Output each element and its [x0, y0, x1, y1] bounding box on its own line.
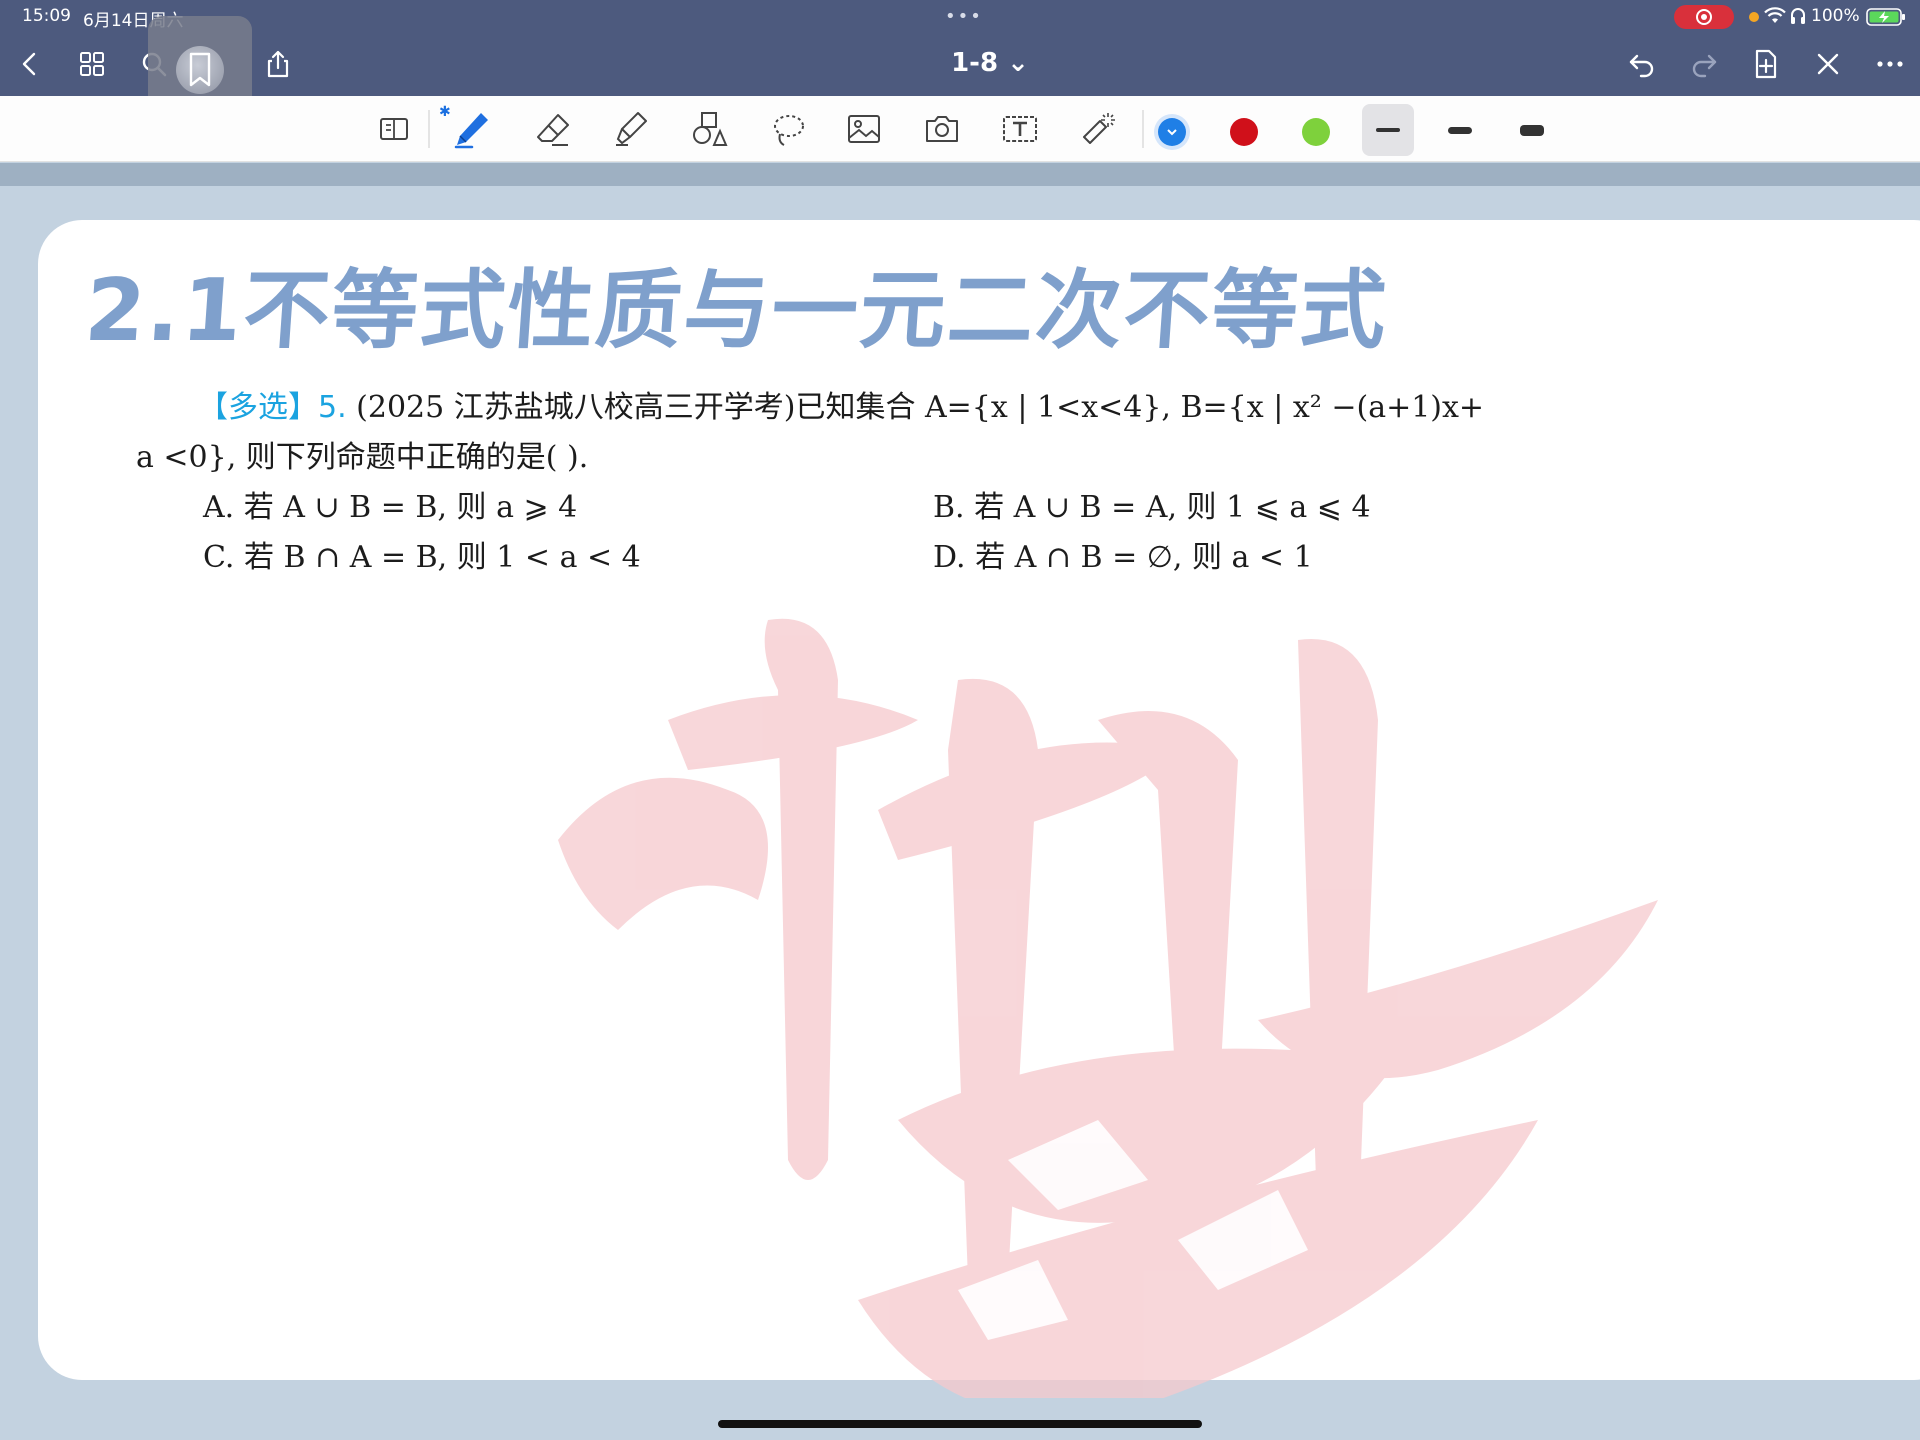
- bookmark-icon: [189, 52, 211, 87]
- toolbar-divider: [1142, 110, 1144, 148]
- lasso-icon: [774, 115, 804, 146]
- watermark-logo: [558, 618, 1658, 1417]
- option-c-label: C.: [203, 540, 235, 575]
- pen-slash-icon: [1817, 53, 1839, 75]
- laser-pointer-tool[interactable]: [1074, 106, 1122, 152]
- chevron-down-icon: [1167, 129, 1177, 136]
- camera-icon: [926, 116, 958, 142]
- color-swatch-red[interactable]: [1230, 118, 1258, 146]
- read-only-mode-tool[interactable]: [370, 106, 418, 152]
- bluetooth-pencil-icon: ✱: [439, 104, 451, 120]
- top-navigation-bar: 15:09 6月14日周六 ••• 100% 1-8 ⌄: [0, 0, 1920, 120]
- option-c-text: 若 B ∩ A = B, 则 1 < a < 4: [243, 540, 641, 575]
- question-line-1: 【多选】5. (2025 江苏盐城八校高三开学考)已知集合 A={x | 1<x…: [198, 382, 1484, 426]
- share-button[interactable]: [260, 46, 296, 82]
- option-d-text: 若 A ∩ B = ∅, 则 a < 1: [975, 540, 1313, 575]
- option-b[interactable]: B. 若 A ∪ B = A, 则 1 ⩽ a ⩽ 4: [933, 482, 1371, 526]
- stroke-medium-icon: [1448, 126, 1472, 134]
- highlighter-tool[interactable]: [608, 106, 656, 152]
- option-b-text: 若 A ∪ B = A, 则 1 ⩽ a ⩽ 4: [974, 490, 1371, 525]
- thumbnails-button[interactable]: [74, 46, 110, 82]
- close-pen-tools-button[interactable]: [1810, 46, 1846, 82]
- multitasking-dots[interactable]: •••: [945, 6, 983, 27]
- laser-pointer-icon: [1083, 113, 1115, 144]
- battery-percentage: 100%: [1811, 6, 1860, 26]
- record-icon: [1696, 9, 1712, 25]
- question-tag: 【多选】5.: [198, 390, 347, 425]
- screen-recording-indicator[interactable]: [1674, 5, 1734, 29]
- share-icon: [267, 50, 289, 78]
- stroke-width-medium[interactable]: [1434, 104, 1486, 156]
- option-b-label: B.: [933, 490, 965, 525]
- undo-button[interactable]: [1624, 46, 1660, 82]
- lasso-tool[interactable]: [764, 106, 812, 152]
- image-tool[interactable]: [840, 106, 888, 152]
- text-box-icon: [1003, 116, 1037, 142]
- add-page-button[interactable]: [1748, 46, 1784, 82]
- stroke-thick-icon: [1520, 124, 1544, 136]
- question-line-2: a <0}, 则下列命题中正确的是( ).: [136, 440, 589, 475]
- undo-icon: [1629, 54, 1654, 78]
- redo-button[interactable]: [1686, 46, 1722, 82]
- text-tool[interactable]: [996, 106, 1044, 152]
- color-swatch-green[interactable]: [1302, 118, 1330, 146]
- stroke-width-thick[interactable]: [1506, 104, 1558, 156]
- headphone-icon: [1791, 8, 1805, 24]
- more-options-button[interactable]: [1872, 46, 1908, 82]
- option-d[interactable]: D. 若 A ∩ B = ∅, 则 a < 1: [933, 532, 1313, 576]
- option-a-text: 若 A ∪ B = B, 则 a ⩾ 4: [243, 490, 578, 525]
- highlighter-icon: [616, 112, 647, 146]
- toolbar-divider: [428, 110, 430, 148]
- ellipsis-icon: [1877, 61, 1903, 67]
- option-d-label: D.: [933, 540, 966, 575]
- eraser-icon: [537, 114, 569, 146]
- option-a-label: A.: [203, 490, 235, 525]
- battery-charging-icon: [1866, 8, 1905, 26]
- pen-tool[interactable]: [448, 106, 496, 152]
- pen-icon: [454, 113, 488, 149]
- image-icon: [848, 115, 880, 143]
- redo-icon: [1692, 54, 1717, 78]
- add-page-icon: [1755, 49, 1777, 79]
- shapes-icon: [693, 112, 728, 146]
- status-time: 15:09: [22, 6, 71, 26]
- stroke-thin-icon: [1376, 128, 1400, 132]
- grid-icon: [80, 52, 104, 76]
- previous-page-edge: [0, 163, 1920, 186]
- stroke-width-thin-selected[interactable]: [1362, 104, 1414, 156]
- shapes-tool[interactable]: [686, 106, 734, 152]
- page-mode-icon: [380, 118, 408, 140]
- chevron-left-icon: [22, 52, 36, 76]
- color-swatch-blue-selected[interactable]: [1158, 118, 1186, 146]
- page-indicator-dropdown[interactable]: 1-8 ⌄: [930, 48, 1050, 78]
- home-indicator[interactable]: [718, 1420, 1202, 1428]
- camera-tool[interactable]: [918, 106, 966, 152]
- option-c[interactable]: C. 若 B ∩ A = B, 则 1 < a < 4: [203, 532, 641, 576]
- mic-indicator-icon: [1749, 12, 1759, 22]
- question-stem-part1: (2025 江苏盐城八校高三开学考)已知集合 A={x | 1<x<4}, B=…: [346, 390, 1485, 425]
- back-button[interactable]: [12, 46, 48, 82]
- wifi-icon: [1764, 7, 1786, 23]
- eraser-tool[interactable]: [530, 106, 578, 152]
- pen-toolbar: [0, 96, 1920, 162]
- option-a[interactable]: A. 若 A ∪ B = B, 则 a ⩾ 4: [203, 482, 577, 526]
- document-page[interactable]: 2.1不等式性质与一元二次不等式 【多选】5. (2025 江苏盐城八校高三开学…: [38, 220, 1920, 1417]
- document-title: 2.1不等式性质与一元二次不等式: [81, 261, 1392, 361]
- next-page-edge: [0, 1398, 1920, 1440]
